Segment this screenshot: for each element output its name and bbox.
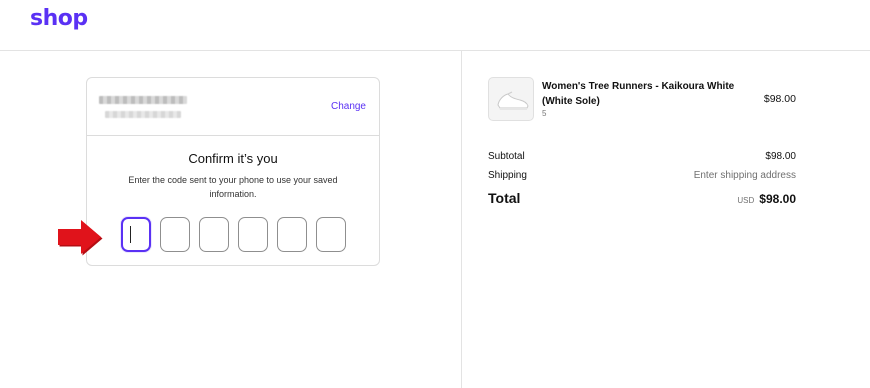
shipping-row: Shipping Enter shipping address bbox=[488, 170, 796, 181]
code-digit-input[interactable] bbox=[238, 217, 268, 252]
total-label: Total bbox=[488, 190, 521, 206]
top-header: shop bbox=[0, 0, 870, 51]
subtotal-value: $98.00 bbox=[765, 151, 796, 162]
product-price: $98.00 bbox=[763, 93, 796, 105]
redacted-account-line bbox=[105, 111, 181, 118]
total-value: $98.00 bbox=[759, 192, 796, 206]
code-digit-input[interactable] bbox=[121, 217, 151, 252]
change-link[interactable]: Change bbox=[331, 101, 366, 112]
shop-logo[interactable]: shop bbox=[30, 6, 88, 31]
product-thumbnail bbox=[488, 77, 534, 121]
subtotal-row: Subtotal $98.00 bbox=[488, 151, 796, 162]
code-digit-input[interactable] bbox=[160, 217, 190, 252]
code-input-row bbox=[121, 217, 346, 252]
subtotal-label: Subtotal bbox=[488, 151, 525, 162]
shoe-icon bbox=[497, 91, 529, 110]
redacted-account-line bbox=[99, 96, 187, 104]
code-digit-input[interactable] bbox=[199, 217, 229, 252]
shipping-value: Enter shipping address bbox=[693, 170, 796, 181]
total-row: Total USD $98.00 bbox=[488, 190, 796, 206]
text-caret bbox=[130, 226, 131, 243]
confirm-description: Enter the code sent to your phone to use… bbox=[128, 175, 338, 199]
verification-card: Change Confirm it’s you Enter the code s… bbox=[86, 77, 380, 266]
product-quantity: 5 bbox=[542, 109, 547, 118]
code-digit-input[interactable] bbox=[277, 217, 307, 252]
code-digit-input[interactable] bbox=[316, 217, 346, 252]
shipping-label: Shipping bbox=[488, 170, 527, 181]
product-name: Women's Tree Runners - Kaikoura White (W… bbox=[542, 81, 735, 107]
confirm-title: Confirm it’s you bbox=[188, 151, 278, 166]
column-divider bbox=[461, 51, 462, 388]
saved-account-row: Change bbox=[87, 78, 379, 136]
red-arrow-icon bbox=[58, 220, 103, 256]
currency-code: USD bbox=[737, 196, 755, 205]
